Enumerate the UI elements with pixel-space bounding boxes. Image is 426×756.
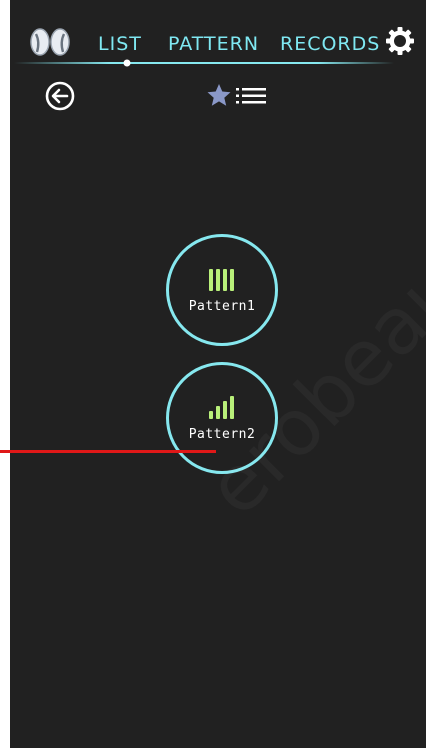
pattern2-button[interactable]: Pattern2: [166, 362, 278, 474]
gear-icon[interactable]: [385, 26, 415, 56]
pattern1-button[interactable]: Pattern1: [166, 234, 278, 346]
ascending-bars-icon: [209, 395, 234, 419]
star-list-icon[interactable]: [206, 82, 272, 110]
pattern1-label: Pattern1: [188, 298, 256, 314]
tab-pattern[interactable]: PATTERN: [168, 33, 259, 55]
earbuds-icon[interactable]: [26, 26, 74, 58]
pattern2-label: Pattern2: [188, 426, 256, 442]
annotation-pointer-line: [0, 450, 216, 453]
header-bar: LIST PATTERN RECORDS: [10, 0, 426, 70]
tab-indicator: [14, 59, 394, 67]
tab-records[interactable]: RECORDS: [280, 33, 380, 55]
equal-bars-icon: [209, 268, 234, 291]
tab-list[interactable]: LIST: [98, 33, 142, 55]
back-arrow-icon[interactable]: [44, 80, 76, 112]
app-screen: LIST PATTERN RECORDS Pattern1 Pattern2: [10, 0, 426, 748]
